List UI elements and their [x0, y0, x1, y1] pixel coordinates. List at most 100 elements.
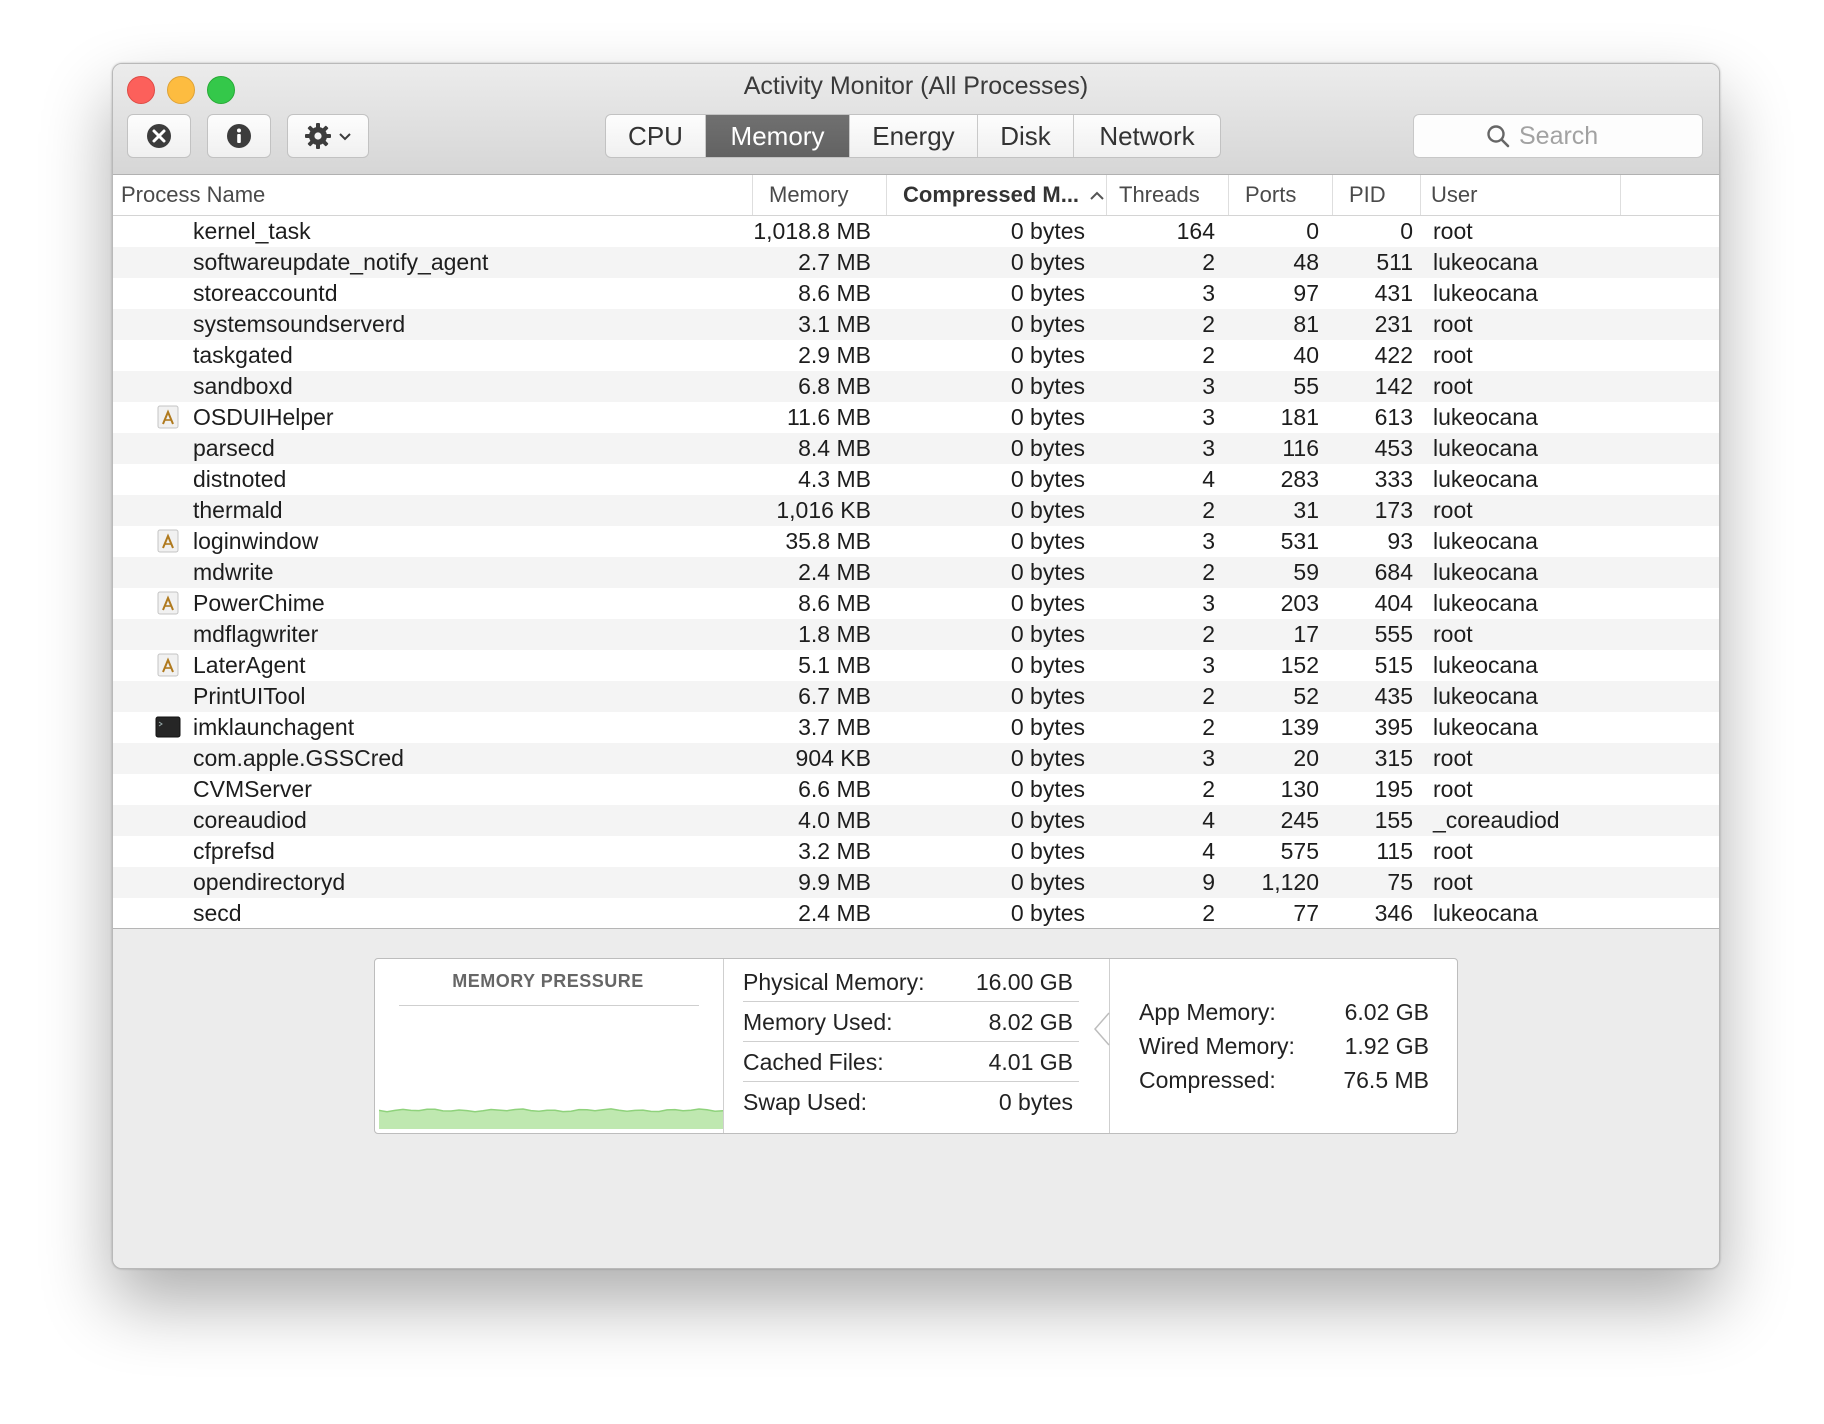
pid-cell: 555 [1374, 621, 1413, 647]
compressed-cell: 0 bytes [1010, 621, 1085, 647]
threads-cell: 2 [1202, 249, 1215, 275]
ports-cell: 81 [1293, 311, 1319, 337]
ports-cell: 245 [1280, 807, 1319, 833]
memory-cell: 3.7 MB [798, 714, 871, 740]
panel-divider [723, 959, 724, 1133]
column-header-ports[interactable]: Ports [1229, 175, 1333, 215]
table-row[interactable]: softwareupdate_notify_agent 2.7 MB 0 bytes… [113, 247, 1719, 278]
tab-energy[interactable]: Energy [850, 115, 978, 157]
pid-cell: 315 [1374, 745, 1413, 771]
column-header-memory[interactable]: Memory [753, 175, 887, 215]
table-row[interactable]: PrintUITool 6.7 MB 0 bytes 2 52 435 lukeocana [113, 681, 1719, 712]
pid-cell: 231 [1374, 311, 1413, 337]
compressed-cell: 0 bytes [1010, 776, 1085, 802]
ports-cell: 152 [1280, 652, 1319, 678]
table-row[interactable]: CVMServer 6.6 MB 0 bytes 2 130 195 root [113, 774, 1719, 805]
pid-cell: 395 [1374, 714, 1413, 740]
table-row[interactable]: taskgated 2.9 MB 0 bytes 2 40 422 root [113, 340, 1719, 371]
table-row[interactable]: coreaudiod 4.0 MB 0 bytes 4 245 155 _coreaudio… [113, 805, 1719, 836]
ports-cell: 181 [1280, 404, 1319, 430]
threads-cell: 3 [1202, 745, 1215, 771]
compressed-cell: 0 bytes [1010, 249, 1085, 275]
tab-disk[interactable]: Disk [978, 115, 1074, 157]
user-cell: root [1433, 342, 1473, 368]
threads-cell: 3 [1202, 373, 1215, 399]
threads-cell: 2 [1202, 714, 1215, 740]
compressed-cell: 0 bytes [1010, 683, 1085, 709]
compressed-cell: 0 bytes [1010, 373, 1085, 399]
ports-cell: 77 [1293, 900, 1319, 926]
tab-cpu[interactable]: CPU [606, 115, 706, 157]
pid-cell: 404 [1374, 590, 1413, 616]
table-row[interactable]: mdflagwriter 1.8 MB 0 bytes 2 17 555 root [113, 619, 1719, 650]
table-row[interactable]: loginwindow 35.8 MB 0 bytes 3 531 93 lukeocana [113, 526, 1719, 557]
inspect-process-button[interactable] [207, 114, 271, 158]
quit-process-button[interactable] [127, 114, 191, 158]
table-row[interactable]: distnoted 4.3 MB 0 bytes 4 283 333 lukeocana [113, 464, 1719, 495]
table-row[interactable]: OSDUIHelper 11.6 MB 0 bytes 3 181 613 lukeocan… [113, 402, 1719, 433]
pid-cell: 435 [1374, 683, 1413, 709]
memory-cell: 11.6 MB [787, 404, 871, 430]
table-row[interactable]: systemsoundserverd 3.1 MB 0 bytes 2 81 231 roo… [113, 309, 1719, 340]
column-header-pid[interactable]: PID [1333, 175, 1421, 215]
table-row[interactable]: imklaunchagent 3.7 MB 0 bytes 2 139 395 lukeoc… [113, 712, 1719, 743]
table-row[interactable]: storeaccountd 8.6 MB 0 bytes 3 97 431 lukeocan… [113, 278, 1719, 309]
table-row[interactable]: opendirectoryd 9.9 MB 0 bytes 9 1,120 75 root [113, 867, 1719, 898]
column-header-threads[interactable]: Threads [1107, 175, 1229, 215]
pid-cell: 93 [1387, 528, 1413, 554]
column-header-process-name[interactable]: Process Name [113, 175, 753, 215]
table-row[interactable]: cfprefsd 3.2 MB 0 bytes 4 575 115 root [113, 836, 1719, 867]
table-row[interactable]: LaterAgent 5.1 MB 0 bytes 3 152 515 lukeocana [113, 650, 1719, 681]
search-icon [1487, 125, 1510, 148]
breakdown-wired-memory: Wired Memory: 1.92 GB [1139, 1029, 1429, 1063]
breakdown-label: App Memory: [1139, 999, 1276, 1025]
search-input[interactable] [1517, 120, 1631, 152]
user-cell: root [1433, 838, 1473, 864]
process-name-cell: thermald [193, 497, 283, 523]
tab-memory[interactable]: Memory [706, 115, 850, 157]
user-cell: lukeocana [1433, 466, 1538, 492]
table-row[interactable]: kernel_task 1,018.8 MB 0 bytes 164 0 0 root [113, 216, 1719, 247]
user-cell: lukeocana [1433, 404, 1538, 430]
breakdown-label: Compressed: [1139, 1067, 1276, 1093]
table-row[interactable]: PowerChime 8.6 MB 0 bytes 3 203 404 lukeocana [113, 588, 1719, 619]
memory-cell: 2.4 MB [798, 559, 871, 585]
table-row[interactable]: parsecd 8.4 MB 0 bytes 3 116 453 lukeocana [113, 433, 1719, 464]
table-row[interactable]: mdwrite 2.4 MB 0 bytes 2 59 684 lukeocana [113, 557, 1719, 588]
ports-cell: 130 [1280, 776, 1319, 802]
breakdown-app-memory: App Memory: 6.02 GB [1139, 995, 1429, 1029]
stat-value: 16.00 GB [975, 969, 1073, 995]
table-row[interactable]: sandboxd 6.8 MB 0 bytes 3 55 142 root [113, 371, 1719, 402]
compressed-cell: 0 bytes [1010, 466, 1085, 492]
user-cell: lukeocana [1433, 528, 1538, 554]
compressed-cell: 0 bytes [1010, 342, 1085, 368]
column-header-compressed-memory[interactable]: Compressed M... [887, 175, 1107, 215]
stat-swap-used: Swap Used: 0 bytes [743, 1083, 1079, 1121]
table-row[interactable]: secd 2.4 MB 0 bytes 2 77 346 lukeocana [113, 898, 1719, 928]
process-name-cell: secd [193, 900, 242, 926]
search-field[interactable] [1413, 114, 1703, 158]
window-title: Activity Monitor (All Processes) [743, 72, 1089, 100]
pid-cell: 0 [1400, 218, 1413, 244]
ports-cell: 17 [1293, 621, 1319, 647]
memory-cell: 3.1 MB [798, 311, 871, 337]
user-cell: root [1433, 621, 1473, 647]
process-name-cell: OSDUIHelper [193, 404, 334, 430]
threads-cell: 9 [1202, 869, 1215, 895]
memory-pressure-fill [379, 1108, 723, 1129]
titlebar: Activity Monitor (All Processes) CPU Mem… [113, 64, 1719, 175]
tab-network[interactable]: Network [1074, 115, 1220, 157]
table-row[interactable]: thermald 1,016 KB 0 bytes 2 31 173 root [113, 495, 1719, 526]
user-cell: lukeocana [1433, 683, 1538, 709]
user-cell: root [1433, 869, 1473, 895]
memory-cell: 2.4 MB [798, 900, 871, 926]
table-row[interactable]: com.apple.GSSCred 904 KB 0 bytes 3 20 315 root [113, 743, 1719, 774]
threads-cell: 3 [1202, 280, 1215, 306]
stat-memory-used: Memory Used: 8.02 GB [743, 1003, 1079, 1042]
process-name-cell: mdwrite [193, 559, 274, 585]
action-menu-button[interactable] [287, 114, 369, 158]
memory-cell: 6.8 MB [798, 373, 871, 399]
user-cell: _coreaudiod [1433, 807, 1560, 833]
memory-cell: 8.6 MB [798, 590, 871, 616]
column-header-user[interactable]: User [1421, 175, 1621, 215]
